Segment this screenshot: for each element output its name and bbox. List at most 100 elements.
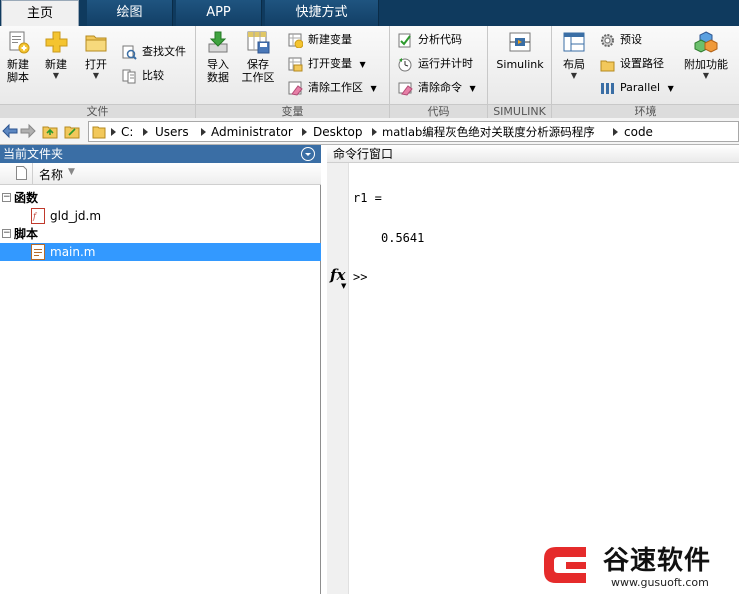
layout-dropdown-caret[interactable]: ▼ [554, 71, 594, 81]
path-separator[interactable] [111, 128, 116, 136]
new-script-label: 新建 脚本 [7, 58, 29, 84]
panel-menu-icon[interactable] [301, 147, 315, 161]
forward-arrow-icon[interactable] [20, 123, 36, 139]
ribbon-group-code: 分析代码 运行并计时 清除命令 ▼ 代码 [390, 26, 488, 118]
tree-group-label: 函数 [14, 191, 39, 205]
command-window[interactable]: r1 = 0.5641 >> [349, 163, 739, 594]
parallel-label: Parallel [620, 81, 661, 94]
fx-dropdown-caret[interactable]: ▼ [341, 282, 346, 290]
up-folder-icon[interactable] [42, 123, 58, 139]
path-separator[interactable] [302, 128, 307, 136]
analyze-code-icon [398, 33, 413, 48]
tree-group-scripts[interactable]: − 脚本 [0, 225, 321, 243]
path-crumb-code[interactable]: code [624, 124, 653, 140]
tab-plots[interactable]: 绘图 [87, 0, 173, 26]
clear-workspace-button[interactable]: 清除工作区 ▼ [288, 78, 377, 98]
path-crumb-users[interactable]: Users [155, 124, 189, 140]
new-script-button[interactable]: 新建 脚本 [0, 30, 38, 84]
import-data-icon [206, 30, 230, 54]
parallel-icon [600, 81, 615, 96]
set-path-label: 设置路径 [620, 57, 664, 70]
path-crumb-project-folder[interactable]: matlab编程灰色绝对关联度分析源码程序 [382, 124, 595, 140]
compare-button[interactable]: 比较 [122, 66, 164, 86]
new-variable-button[interactable]: 新建变量 [288, 30, 352, 50]
new-button[interactable]: 新建 ▼ [36, 30, 76, 81]
open-variable-dropdown-caret[interactable]: ▼ [360, 60, 366, 69]
path-folder-icon [92, 124, 106, 139]
column-name-header[interactable]: 名称 [39, 166, 63, 183]
environment-group-label: 环境 [552, 104, 739, 118]
clear-commands-icon [398, 81, 413, 96]
simulink-button[interactable]: Simulink [490, 30, 550, 71]
import-data-button[interactable]: 导入 数据 [198, 30, 238, 84]
path-crumb-desktop[interactable]: Desktop [313, 124, 363, 140]
new-variable-icon [288, 33, 304, 49]
layout-icon [562, 30, 586, 54]
tab-home[interactable]: 主页 [1, 0, 79, 27]
file-name: main.m [50, 245, 96, 259]
save-workspace-icon [246, 30, 270, 54]
add-ons-button[interactable]: 附加功能 ▼ [680, 30, 732, 81]
sort-caret-icon[interactable]: ▼ [68, 167, 75, 177]
new-label: 新建 [45, 58, 67, 71]
path-separator[interactable] [372, 128, 377, 136]
save-workspace-button[interactable]: 保存 工作区 [238, 30, 278, 84]
new-dropdown-caret[interactable]: ▼ [36, 71, 76, 81]
find-files-label: 查找文件 [142, 45, 186, 58]
analyze-code-button[interactable]: 分析代码 [398, 30, 462, 50]
preferences-button[interactable]: 预设 [600, 30, 642, 50]
add-ons-cubes-icon [694, 30, 718, 54]
path-crumb-drive[interactable]: C: [121, 124, 133, 140]
layout-button[interactable]: 布局 ▼ [554, 30, 594, 81]
parallel-button[interactable]: Parallel ▼ [600, 78, 674, 98]
clear-workspace-label: 清除工作区 [308, 81, 363, 94]
path-separator[interactable] [143, 128, 148, 136]
address-bar: C: Users Administrator Desktop matlab编程灰… [0, 118, 739, 145]
collapse-icon[interactable]: − [2, 229, 11, 238]
new-variable-label: 新建变量 [308, 33, 352, 46]
command-window-title: 命令行窗口 [327, 145, 739, 163]
import-data-label: 导入 数据 [207, 58, 229, 84]
file-group-label: 文件 [0, 104, 195, 118]
tree-file-gld-jd[interactable]: f gld_jd.m [0, 207, 321, 225]
simulink-group-label: SIMULINK [488, 104, 551, 118]
svg-text:f: f [32, 212, 38, 221]
run-and-time-button[interactable]: 运行并计时 [398, 54, 473, 74]
open-variable-button[interactable]: 打开变量 ▼ [288, 54, 366, 74]
collapse-icon[interactable]: − [2, 193, 11, 202]
output-line: r1 = [353, 191, 382, 205]
path-separator[interactable] [201, 128, 206, 136]
tree-group-label: 脚本 [14, 227, 39, 241]
tree-file-main[interactable]: main.m [0, 243, 321, 261]
find-files-button[interactable]: 查找文件 [122, 42, 186, 62]
ribbon-group-environment: 布局 ▼ 预设 设置路径 Parallel ▼ 附加功能 ▼ 环境 [552, 26, 739, 118]
open-dropdown-caret[interactable]: ▼ [76, 71, 116, 81]
simulink-icon [508, 30, 532, 54]
path-crumb-administrator[interactable]: Administrator [211, 124, 293, 140]
command-prompt: >> [353, 270, 368, 284]
analyze-code-label: 分析代码 [418, 33, 462, 46]
clear-commands-button[interactable]: 清除命令 ▼ [398, 78, 476, 98]
tree-group-functions[interactable]: − 函数 [0, 189, 321, 207]
set-path-button[interactable]: 设置路径 [600, 54, 664, 74]
browse-folder-icon[interactable] [64, 123, 80, 139]
parallel-dropdown-caret[interactable]: ▼ [668, 84, 674, 93]
tab-shortcuts[interactable]: 快捷方式 [265, 0, 379, 26]
clear-commands-dropdown-caret[interactable]: ▼ [470, 84, 476, 93]
file-name: gld_jd.m [50, 209, 102, 223]
add-ons-dropdown-caret[interactable]: ▼ [680, 71, 732, 81]
watermark-title: 谷速软件 [603, 546, 712, 576]
run-and-time-label: 运行并计时 [418, 57, 473, 70]
path-field[interactable]: C: Users Administrator Desktop matlab编程灰… [88, 121, 739, 142]
back-arrow-icon[interactable] [2, 123, 18, 139]
current-folder-title: 当前文件夹 [0, 145, 321, 163]
ribbon-group-variable: 导入 数据 保存 工作区 新建变量 打开变量 ▼ 清除工作区 ▼ 变量 [196, 26, 390, 118]
variable-group-label: 变量 [196, 104, 389, 118]
function-file-icon: f [31, 208, 45, 224]
open-button[interactable]: 打开 ▼ [76, 30, 116, 81]
watermark-url: www.gusuoft.com [611, 576, 709, 589]
clear-workspace-dropdown-caret[interactable]: ▼ [371, 84, 377, 93]
tab-apps[interactable]: APP [176, 0, 262, 26]
path-separator[interactable] [613, 128, 618, 136]
compare-icon [122, 69, 137, 84]
